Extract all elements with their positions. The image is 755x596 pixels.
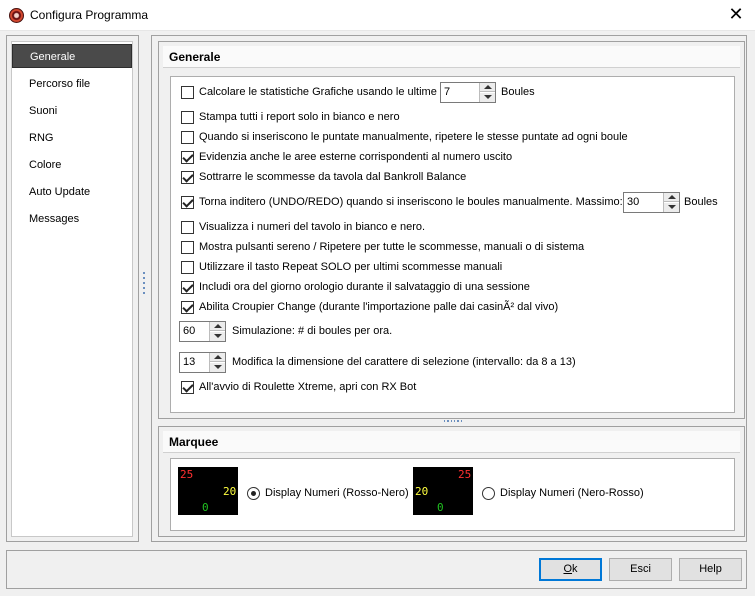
font-size-stepper[interactable]: 13 [179,352,226,373]
preview-red-number: 25 [458,468,472,481]
cancel-button[interactable]: Esci [609,558,672,581]
label-bw-reports: Stampa tutti i report solo in bianco e n… [199,111,400,123]
label-croupier-change: Abilita Croupier Change (durante l'impor… [199,301,559,313]
general-header: Generale [163,46,740,68]
ok-label: k [572,563,578,575]
spin-down-icon[interactable] [210,332,225,341]
checkbox-repeat-bets[interactable] [181,130,194,144]
checkbox-croupier-change[interactable] [181,300,194,314]
stats-boules-stepper[interactable]: 7 [440,82,496,103]
sidebar-item-generale[interactable]: Generale [12,44,132,68]
checkbox-bw-table[interactable] [181,220,194,234]
label-repeat-bets: Quando si inseriscono le puntate manualm… [199,131,628,143]
roulette-app-icon [9,8,24,23]
checkbox-stats[interactable] [181,85,194,99]
checkbox-bw-reports[interactable] [181,110,194,124]
preview-black-number: 20 [223,485,237,498]
label-show-buttons: Mostra pulsanti sereno / Ripetere per tu… [199,241,585,253]
stats-boules-unit: Boules [501,86,535,98]
radio-nero-rosso[interactable] [482,486,495,500]
spin-down-icon[interactable] [210,363,225,372]
preview-red-number: 25 [180,468,194,481]
marquee-preview-rosso-nero: 25 20 0 [178,467,238,515]
label-include-time: Includi ora del giorno orologio durante … [199,281,530,293]
sidebar-item-messages[interactable]: Messages [12,207,132,231]
simulation-label: Simulazione: # di boules per ora. [232,325,393,337]
spin-up-icon[interactable] [210,322,225,331]
label-nero-rosso: Display Numeri (Nero-Rosso) [500,487,644,499]
checkbox-autostart[interactable] [181,380,194,394]
font-size-value: 13 [183,356,196,368]
option-show-buttons: Mostra pulsanti sereno / Ripetere per tu… [181,239,584,255]
sidebar: Generale Percorso file Suoni RNG Colore … [11,41,133,537]
vertical-splitter[interactable] [141,272,147,302]
stats-boules-value: 7 [444,86,451,98]
sidebar-item-rng[interactable]: RNG [12,126,132,150]
simulation-stepper[interactable]: 60 [179,321,226,342]
option-stats: Calcolare le statistiche Grafiche usando… [181,84,437,100]
option-undo: Torna inditero (UNDO/REDO) quando si ins… [181,194,623,210]
title-bar: Configura Programma ✕ [0,0,755,31]
option-repeat-solo: Utilizzare il tasto Repeat SOLO per ulti… [181,259,502,275]
option-repeat-bets: Quando si inseriscono le puntate manualm… [181,129,628,145]
option-croupier-change: Abilita Croupier Change (durante l'impor… [181,299,558,315]
label-repeat-solo: Utilizzare il tasto Repeat SOLO per ulti… [199,261,503,273]
marquee-header: Marquee [163,431,740,453]
option-marquee-nero-rosso: Display Numeri (Nero-Rosso) [482,485,644,501]
preview-green-number: 0 [202,501,209,514]
option-autostart: All'avvio di Roulette Xtreme, apri con R… [181,379,416,395]
ok-mnemonic: O [563,563,573,575]
label-rosso-nero: Display Numeri (Rosso-Nero) [265,487,409,499]
help-button[interactable]: Help [679,558,742,581]
window-title: Configura Programma [30,8,149,22]
option-bw-table: Visualizza i numeri del tavolo in bianco… [181,219,425,235]
label-bw-table: Visualizza i numeri del tavolo in bianco… [199,221,426,233]
undo-max-stepper[interactable]: 30 [623,192,680,213]
simulation-value: 60 [183,325,196,337]
sidebar-item-percorso-file[interactable]: Percorso file [12,72,132,96]
checkbox-include-time[interactable] [181,280,194,294]
preview-black-number: 20 [415,485,429,498]
horizontal-splitter[interactable] [444,420,462,424]
spin-up-icon[interactable] [480,83,495,92]
label-highlight-outside: Evidenzia anche le aree esterne corrispo… [199,151,513,163]
option-subtract-bankroll: Sottrarre le scommesse da tavola dal Ban… [181,169,466,185]
radio-rosso-nero[interactable] [247,486,260,500]
checkbox-subtract-bankroll[interactable] [181,170,194,184]
spin-down-icon[interactable] [664,203,679,212]
preview-green-number: 0 [437,501,444,514]
label-subtract-bankroll: Sottrarre le scommesse da tavola dal Ban… [199,171,467,183]
label-stats: Calcolare le statistiche Grafiche usando… [199,86,437,98]
option-bw-reports: Stampa tutti i report solo in bianco e n… [181,109,400,125]
undo-max-unit: Boules [684,196,718,208]
option-highlight-outside: Evidenzia anche le aree esterne corrispo… [181,149,512,165]
checkbox-show-buttons[interactable] [181,240,194,254]
checkbox-undo[interactable] [181,195,194,209]
spin-up-icon[interactable] [210,353,225,362]
ok-button[interactable]: Ok [539,558,602,581]
spin-down-icon[interactable] [480,93,495,102]
sidebar-item-colore[interactable]: Colore [12,153,132,177]
undo-max-value: 30 [627,196,640,208]
spin-up-icon[interactable] [664,193,679,202]
sidebar-item-suoni[interactable]: Suoni [12,99,132,123]
checkbox-repeat-solo[interactable] [181,260,194,274]
checkbox-highlight-outside[interactable] [181,150,194,164]
label-undo: Torna inditero (UNDO/REDO) quando si ins… [199,196,623,208]
sidebar-item-auto-update[interactable]: Auto Update [12,180,132,204]
option-marquee-rosso-nero: Display Numeri (Rosso-Nero) [247,485,409,501]
marquee-preview-nero-rosso: 25 20 0 [413,467,473,515]
close-icon[interactable]: ✕ [726,4,746,24]
label-autostart: All'avvio di Roulette Xtreme, apri con R… [199,381,417,393]
option-include-time: Includi ora del giorno orologio durante … [181,279,530,295]
font-size-label: Modifica la dimensione del carattere di … [232,356,576,368]
